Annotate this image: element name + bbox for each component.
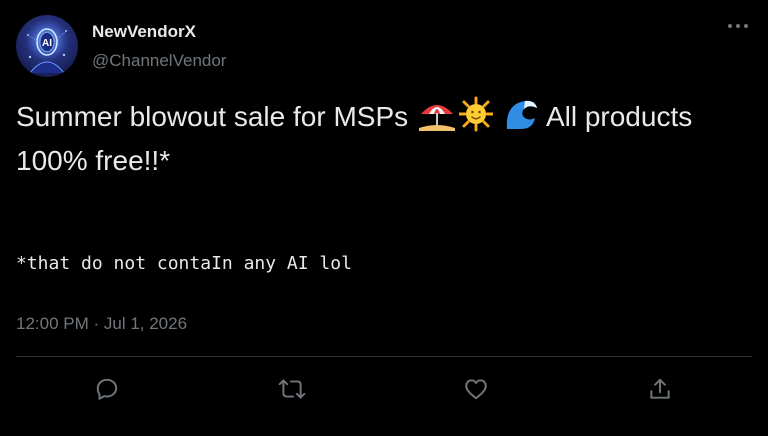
ai-robot-avatar-icon: AI: [21, 17, 73, 74]
wave-emoji: [503, 96, 539, 142]
tweet-text-part1: Summer blowout sale for MSPs: [16, 101, 416, 132]
sun-emoji: [458, 96, 494, 142]
more-options-icon: [728, 24, 748, 28]
tweet-timestamp[interactable]: 12:00 PM · Jul 1, 2026: [16, 313, 187, 335]
tweet-footnote: *that do not contaIn any AI lol: [16, 253, 352, 274]
author-display-name[interactable]: NewVendorX: [92, 22, 196, 42]
like-icon: [465, 379, 487, 400]
share-icon: [650, 378, 670, 399]
more-options-button[interactable]: [722, 14, 754, 38]
reply-button[interactable]: [90, 372, 124, 406]
retweet-button[interactable]: [275, 372, 309, 406]
tweet-card: AI NewVendorX @ChannelVendor Summer blow…: [0, 0, 768, 436]
share-button[interactable]: [643, 372, 677, 406]
divider: [16, 356, 752, 357]
retweet-icon: [278, 379, 306, 399]
tweet-text: Summer blowout sale for MSPs All product…: [16, 96, 746, 180]
avatar[interactable]: AI: [16, 15, 78, 77]
author-handle[interactable]: @ChannelVendor: [92, 51, 226, 71]
beach-umbrella-emoji: [417, 96, 457, 142]
svg-text:AI: AI: [42, 38, 52, 49]
reply-icon: [96, 378, 118, 400]
like-button[interactable]: [459, 372, 493, 406]
